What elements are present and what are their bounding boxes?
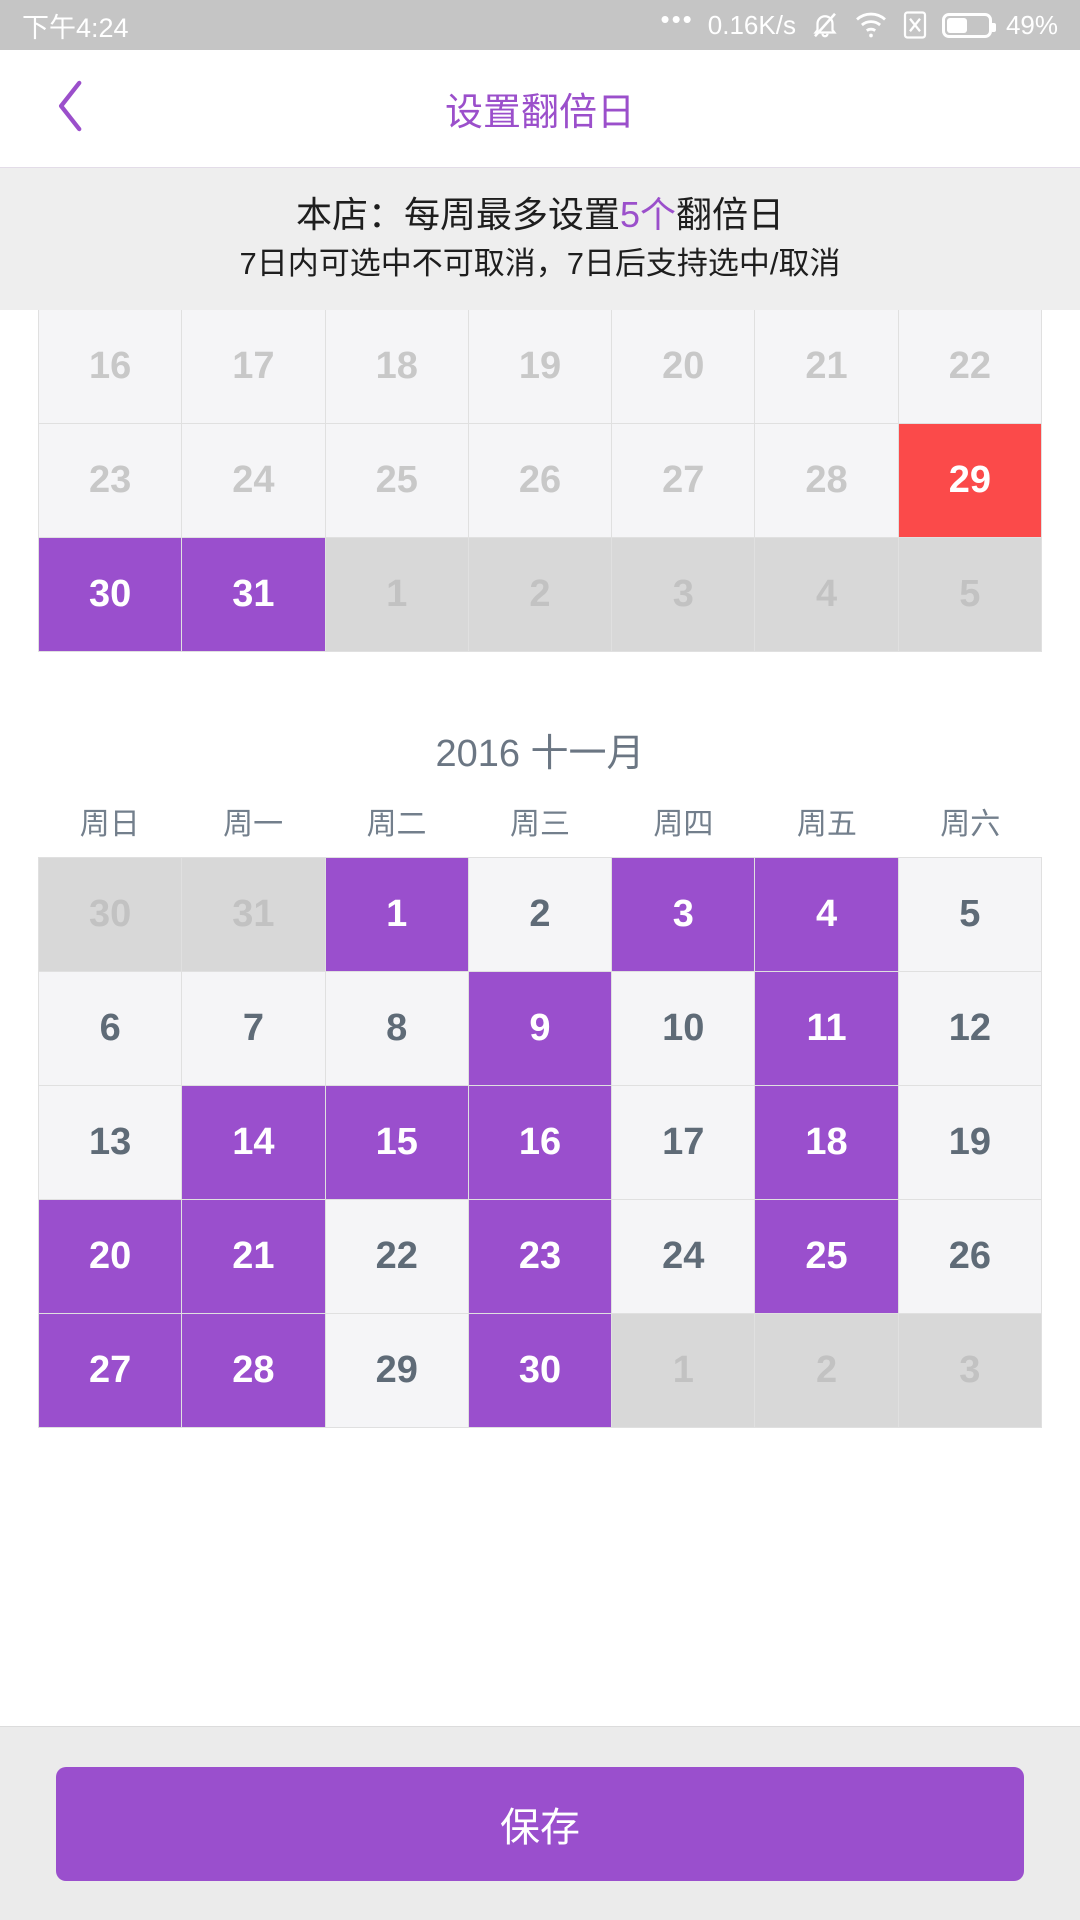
previous-month-day-cell: 4 (755, 538, 899, 653)
november-day-cell[interactable]: 20 (39, 1200, 183, 1315)
calendar-grid-november[interactable]: 30 31 1 2 3 4 5 6 7 8 9 10 11 12 13 14 15 16 17 18 19 20 21 22 2… (38, 857, 1042, 1429)
silent-bell-icon (810, 9, 840, 41)
weekday-label: 周五 (796, 808, 857, 842)
notice-line-1-highlight: 5个 (619, 194, 677, 235)
november-day-cell[interactable]: 24 (612, 1200, 756, 1315)
notice-line-1: 本店：每周最多设置5个翻倍日 (0, 192, 1080, 238)
november-day-cell[interactable]: 11 (755, 972, 899, 1087)
previous-month-day-cell: 17 (182, 310, 326, 425)
november-day-cell[interactable]: 1 (325, 858, 469, 973)
weekday-header-row: 周日 周一 周二 周三 周四 周五 周六 (0, 799, 1080, 857)
notice-line-2: 7日内可选中不可取消，7日后支持选中/取消 (239, 246, 841, 282)
november-day-cell[interactable]: 10 (612, 972, 756, 1087)
november-day-cell[interactable]: 7 (182, 972, 326, 1087)
previous-month-day-cell: 24 (182, 424, 326, 539)
previous-month-day-cell: 5 (898, 538, 1042, 653)
previous-month-day-cell[interactable]: 31 (182, 538, 326, 653)
november-day-cell[interactable]: 28 (182, 1314, 326, 1429)
weekday-label: 周六 (940, 808, 1001, 842)
november-day-cell: 30 (39, 858, 183, 973)
previous-month-day-cell: 23 (39, 424, 183, 539)
calendar-spacer (0, 652, 1080, 687)
november-day-cell[interactable]: 23 (468, 1200, 613, 1315)
previous-month-day-cell: 1 (325, 538, 469, 653)
sim-x-icon (902, 10, 928, 40)
previous-month-day-cell: 25 (325, 424, 469, 539)
previous-month-day-cell[interactable]: 29 (898, 424, 1042, 539)
battery-percent-label: 49% (1005, 9, 1058, 40)
previous-month-day-cell[interactable]: 30 (39, 538, 183, 653)
previous-month-day-cell: 3 (612, 538, 756, 653)
november-day-cell: 3 (898, 1314, 1042, 1429)
calendar-november: 2016 十一月 周日 周一 周二 周三 周四 周五 周六 30 31 1 2 3 4 5 6 7 8 9 10 1… (0, 686, 1080, 1429)
calendar-previous-month: 16 17 18 19 20 21 22 23 24 25 26 27 28 29 30 31 1 2 3 4 5 (0, 310, 1080, 653)
november-day-cell[interactable]: 6 (39, 972, 183, 1087)
november-day-cell[interactable]: 16 (468, 1086, 613, 1201)
november-day-cell[interactable]: 15 (325, 1086, 469, 1201)
weekday-label: 周一 (223, 808, 284, 842)
month-title: 2016 十一月 (435, 733, 645, 776)
november-day-cell[interactable]: 14 (182, 1086, 326, 1201)
november-day-cell[interactable]: 22 (325, 1200, 469, 1315)
save-button[interactable]: 保存 (56, 1766, 1024, 1881)
weekday-label: 周二 (366, 808, 427, 842)
november-day-cell[interactable]: 26 (898, 1200, 1042, 1315)
previous-month-day-cell: 21 (755, 310, 899, 425)
battery-icon (941, 12, 996, 38)
november-day-cell[interactable]: 4 (755, 858, 899, 973)
calendar-grid-previous[interactable]: 16 17 18 19 20 21 22 23 24 25 26 27 28 29 30 31 1 2 3 4 5 (38, 310, 1042, 653)
previous-month-day-cell: 27 (612, 424, 756, 539)
previous-month-day-cell: 2 (468, 538, 613, 653)
status-clock: 下午4:24 (22, 12, 129, 43)
november-day-cell[interactable]: 30 (468, 1314, 613, 1429)
page-title: 设置翻倍日 (444, 92, 635, 134)
november-day-cell[interactable]: 25 (755, 1200, 899, 1315)
november-day-cell[interactable]: 19 (898, 1086, 1042, 1201)
previous-month-day-cell: 22 (898, 310, 1042, 425)
november-day-cell[interactable]: 3 (612, 858, 756, 973)
notice-banner: 本店：每周最多设置5个翻倍日 7日内可选中不可取消，7日后支持选中/取消 (0, 168, 1080, 311)
weekday-label: 周日 (79, 808, 140, 842)
overflow-dots-icon: ••• (660, 4, 694, 34)
notice-line-1-after: 翻倍日 (676, 194, 785, 235)
previous-month-day-cell: 26 (468, 424, 613, 539)
previous-month-day-cell: 16 (39, 310, 183, 425)
november-day-cell[interactable]: 5 (898, 858, 1042, 973)
chevron-left-icon (54, 78, 88, 139)
november-day-cell[interactable]: 8 (325, 972, 469, 1087)
back-button[interactable] (26, 50, 116, 167)
weekday-label: 周三 (509, 808, 570, 842)
notice-line-1-before: 本店：每周最多设置 (295, 194, 620, 235)
navigation-bar: 设置翻倍日 (0, 50, 1080, 168)
november-day-cell[interactable]: 13 (39, 1086, 183, 1201)
weekday-label: 周四 (653, 808, 714, 842)
november-day-cell: 31 (182, 858, 326, 973)
november-day-cell: 2 (755, 1314, 899, 1429)
november-day-cell[interactable]: 18 (755, 1086, 899, 1201)
footer-bar: 保存 (0, 1726, 1080, 1920)
november-day-cell[interactable]: 9 (468, 972, 613, 1087)
november-day-cell[interactable]: 17 (612, 1086, 756, 1201)
november-day-cell[interactable]: 27 (39, 1314, 183, 1429)
status-icons: ••• 0.16K/s 49% (660, 4, 1058, 41)
network-speed-label: 0.16K/s (707, 9, 796, 40)
wifi-icon (854, 11, 888, 39)
november-day-cell[interactable]: 12 (898, 972, 1042, 1087)
previous-month-day-cell: 20 (612, 310, 756, 425)
november-day-cell[interactable]: 2 (468, 858, 613, 973)
previous-month-day-cell: 19 (468, 310, 613, 425)
previous-month-day-cell: 28 (755, 424, 899, 539)
status-bar: 下午4:24 ••• 0.16K/s 49% (0, 0, 1080, 50)
november-day-cell: 1 (612, 1314, 756, 1429)
previous-month-day-cell: 18 (325, 310, 469, 425)
november-day-cell[interactable]: 21 (182, 1200, 326, 1315)
november-day-cell[interactable]: 29 (325, 1314, 469, 1429)
